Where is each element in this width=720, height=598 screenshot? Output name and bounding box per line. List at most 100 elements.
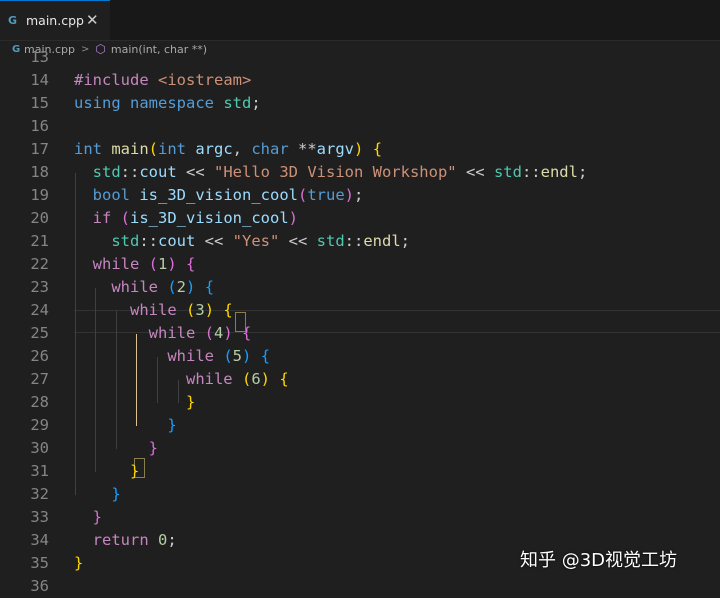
- code-text: }: [74, 391, 195, 414]
- code-editor[interactable]: 13 14 #include <iostream> 15 using namespace…: [0, 48, 720, 595]
- code-token: ::: [120, 163, 140, 181]
- line-number: 25: [30, 324, 49, 342]
- code-token: }: [92, 508, 103, 526]
- code-line[interactable]: 13: [0, 46, 720, 69]
- code-token: ): [288, 209, 298, 227]
- code-line[interactable]: 29 }: [0, 414, 720, 437]
- code-token: is_3D_vision_cool: [130, 209, 289, 227]
- code-token: ::: [521, 163, 541, 181]
- code-token: ,: [232, 140, 252, 158]
- code-line[interactable]: 17 int main(int argc, char **argv) {: [0, 138, 720, 161]
- code-token: while: [148, 324, 205, 342]
- code-token: ): [344, 186, 354, 204]
- code-token: <<: [279, 232, 317, 250]
- code-text: std::cout << "Hello 3D Vision Workshop" …: [74, 161, 588, 184]
- code-line[interactable]: 23 while (2) {: [0, 276, 720, 299]
- code-token: ): [223, 324, 233, 342]
- code-token: }: [130, 462, 140, 480]
- code-token: 4: [214, 324, 224, 342]
- code-line[interactable]: 14 #include <iostream>: [0, 69, 720, 92]
- code-line[interactable]: 25 while (4) {: [0, 322, 720, 345]
- code-line[interactable]: 26 while (5) {: [0, 345, 720, 368]
- code-token: (: [223, 347, 233, 365]
- code-token: 0: [158, 531, 168, 549]
- code-line[interactable]: 19 bool is_3D_vision_cool(true);: [0, 184, 720, 207]
- code-line[interactable]: 18 std::cout << "Hello 3D Vision Worksho…: [0, 161, 720, 184]
- line-number: 32: [30, 485, 49, 503]
- code-text: }: [74, 414, 176, 437]
- code-token: std: [223, 94, 252, 112]
- code-token: is_3D_vision_cool: [139, 186, 298, 204]
- tab-label: main.cpp: [26, 13, 84, 28]
- code-line[interactable]: 32 }: [0, 483, 720, 506]
- code-token: (: [241, 370, 252, 388]
- code-token: <<: [456, 163, 494, 181]
- code-token: }: [185, 393, 196, 411]
- code-token: std: [316, 232, 345, 250]
- code-text: int main(int argc, char **argv) {: [74, 138, 382, 161]
- code-token: main: [111, 140, 149, 158]
- line-number: 31: [30, 462, 49, 480]
- code-token: ): [167, 255, 177, 273]
- code-text: bool is_3D_vision_cool(true);: [74, 184, 364, 207]
- code-token: ): [242, 347, 252, 365]
- code-line[interactable]: 27 while (6) {: [0, 368, 720, 391]
- tab-main-cpp[interactable]: G main.cpp ✕: [0, 0, 110, 40]
- line-number: 26: [30, 347, 49, 365]
- line-number: 36: [30, 577, 49, 595]
- code-token: true: [307, 186, 345, 204]
- line-number: 24: [30, 301, 49, 319]
- code-line[interactable]: 21 std::cout << "Yes" << std::endl;: [0, 230, 720, 253]
- code-token: ;: [577, 163, 588, 181]
- code-line[interactable]: 24 while (3) {: [0, 299, 720, 322]
- code-text: }: [74, 552, 83, 575]
- code-token: {: [279, 370, 289, 388]
- code-line[interactable]: 31 }: [0, 460, 720, 483]
- code-line[interactable]: 20 if (is_3D_vision_cool): [0, 207, 720, 230]
- code-token: "Yes": [232, 232, 280, 250]
- code-line[interactable]: 15 using namespace std;: [0, 92, 720, 115]
- code-line[interactable]: 16: [0, 115, 720, 138]
- code-text: if (is_3D_vision_cool): [74, 207, 298, 230]
- code-token: "Hello 3D Vision Workshop": [214, 163, 457, 181]
- code-text: }: [74, 506, 102, 529]
- code-token: ::: [139, 232, 158, 250]
- code-token: 6: [251, 370, 261, 388]
- code-token: endl: [363, 232, 401, 250]
- code-token: while: [92, 255, 149, 273]
- code-line[interactable]: 22 while (1) {: [0, 253, 720, 276]
- close-icon[interactable]: ✕: [86, 11, 99, 29]
- line-number: 28: [30, 393, 49, 411]
- code-token: #include: [74, 71, 158, 89]
- code-token: cout: [139, 163, 177, 181]
- code-token: ): [260, 370, 271, 388]
- code-token: endl: [540, 163, 578, 181]
- code-token: int: [74, 140, 112, 158]
- line-number: 16: [30, 117, 49, 135]
- code-line[interactable]: 28 }: [0, 391, 720, 414]
- code-token: if: [92, 209, 121, 227]
- code-line[interactable]: 33 }: [0, 506, 720, 529]
- code-text: return 0;: [74, 529, 177, 552]
- code-line[interactable]: 30 }: [0, 437, 720, 460]
- watermark: 知乎 @3D视觉工坊: [520, 550, 678, 571]
- tab-bar: G main.cpp ✕: [0, 0, 720, 41]
- line-number: 21: [30, 232, 49, 250]
- code-token: std: [92, 163, 121, 181]
- code-line[interactable]: 36: [0, 575, 720, 598]
